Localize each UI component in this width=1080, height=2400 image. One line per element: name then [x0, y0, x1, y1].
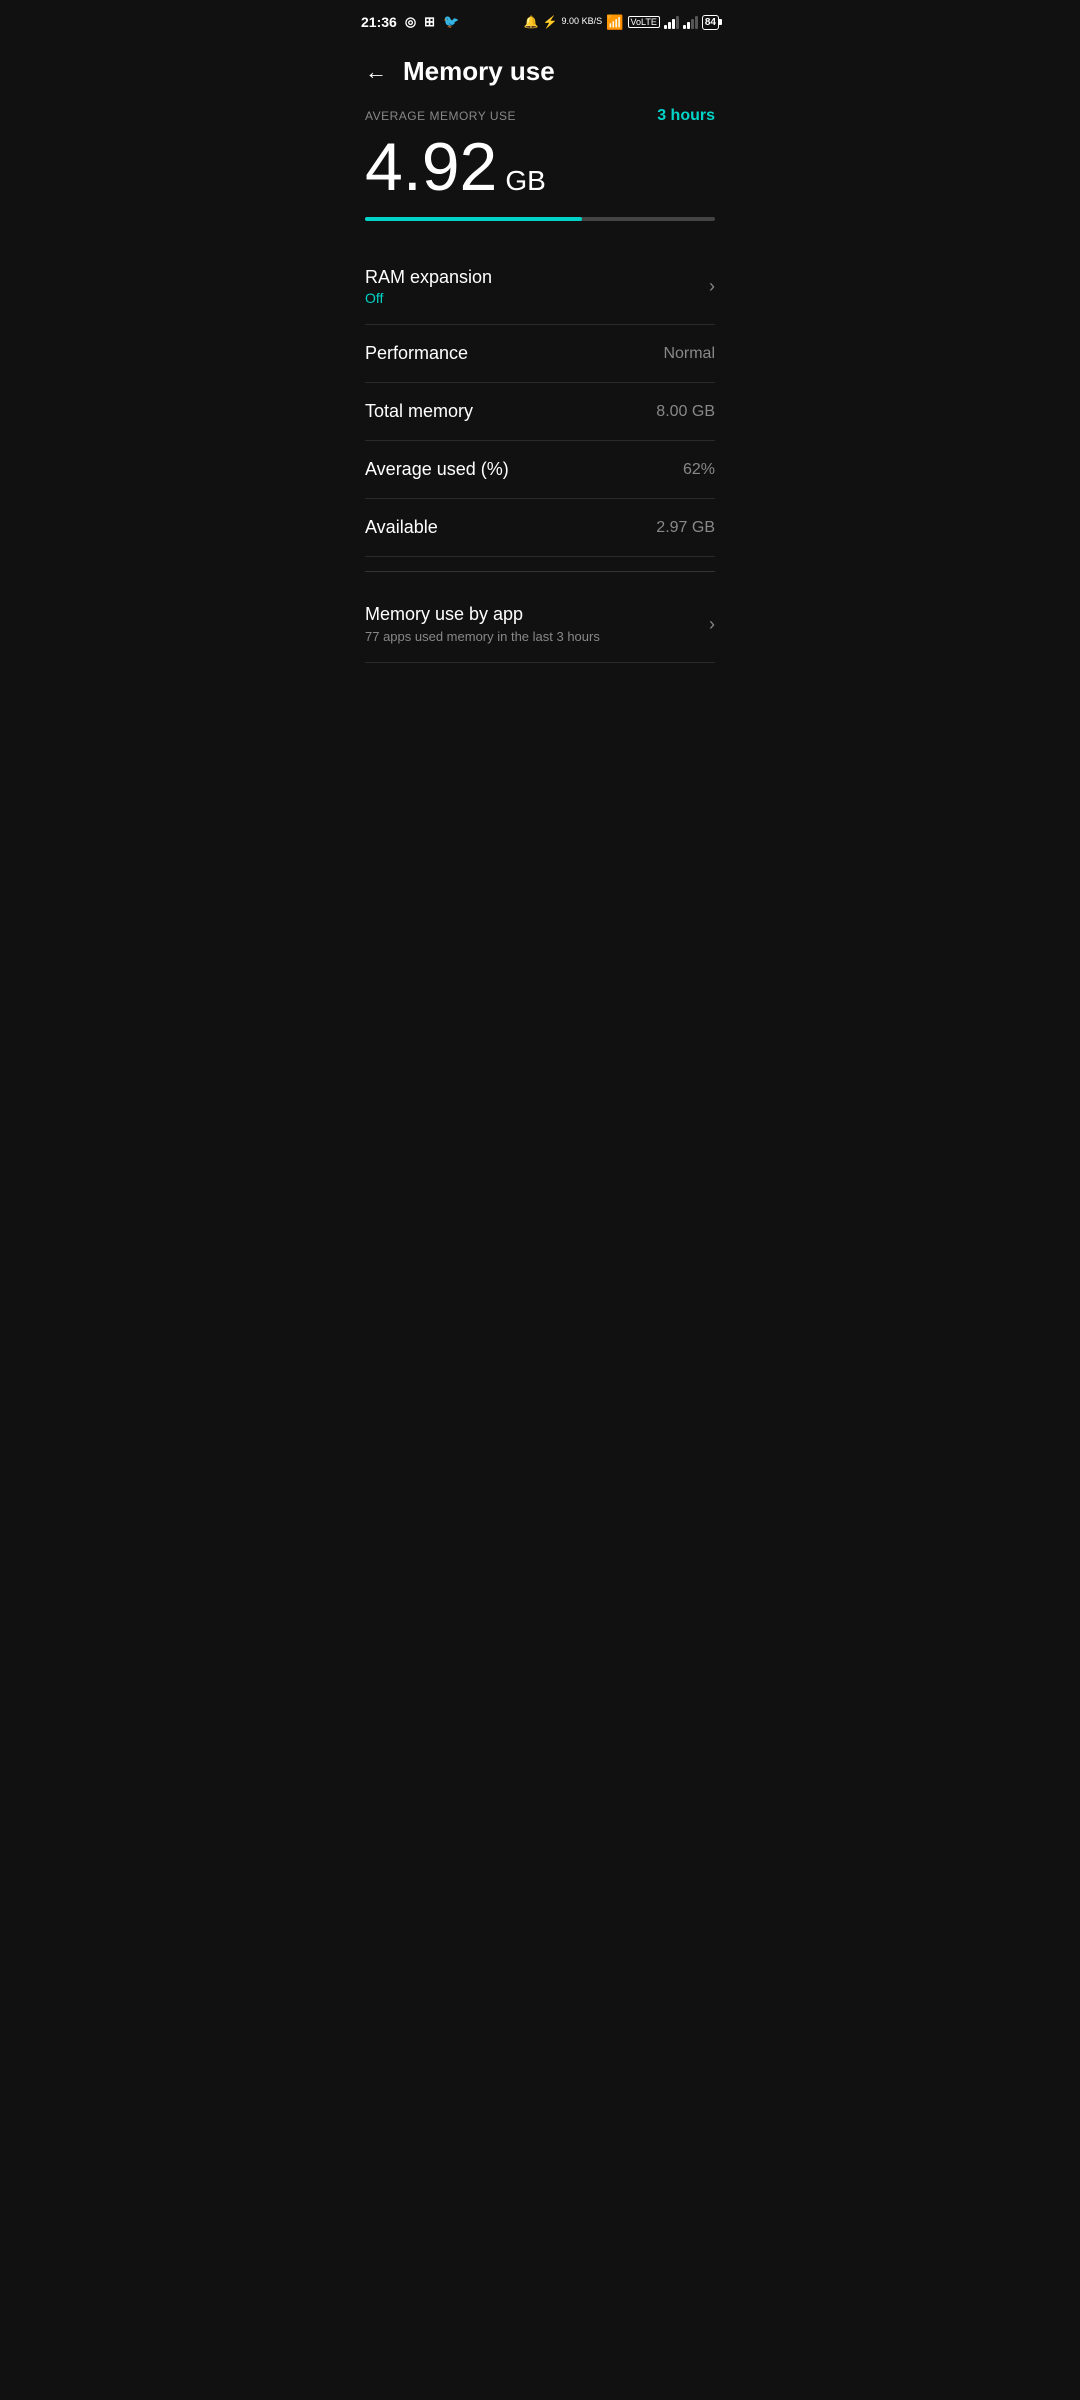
status-time-area: 21:36 ◎ ⊞ 🐦 — [361, 14, 459, 30]
total-memory-item: Total memory 8.00 GB — [365, 383, 715, 441]
memory-number: 4.92 — [365, 133, 497, 201]
avg-used-title: Average used (%) — [365, 459, 509, 480]
memory-progress-bar — [365, 217, 715, 221]
ram-expansion-chevron: › — [709, 276, 715, 297]
memory-by-app-title: Memory use by app — [365, 604, 600, 625]
status-right-area: 🔔 ⚡ 9.00 KB/S 📶 VoLTE 84 — [524, 14, 719, 31]
performance-value: Normal — [663, 345, 715, 363]
memory-by-app-item[interactable]: Memory use by app 77 apps used memory in… — [365, 586, 715, 663]
memory-by-app-subtitle: 77 apps used memory in the last 3 hours — [365, 629, 600, 644]
avg-memory-label: AVERAGE MEMORY USE — [365, 109, 516, 123]
bell-icon: 🔔 — [524, 15, 539, 29]
signal-bars-1 — [664, 15, 679, 29]
ram-expansion-subtitle: Off — [365, 290, 492, 306]
memory-unit: GB — [505, 165, 545, 197]
avg-used-value: 62% — [683, 461, 715, 479]
available-memory-item: Available 2.97 GB — [365, 499, 715, 557]
status-bar: 21:36 ◎ ⊞ 🐦 🔔 ⚡ 9.00 KB/S 📶 VoLTE 84 — [345, 0, 735, 40]
avg-memory-time[interactable]: 3 hours — [657, 107, 715, 125]
total-memory-title: Total memory — [365, 401, 473, 422]
ram-expansion-title: RAM expansion — [365, 267, 492, 288]
performance-item: Performance Normal — [365, 325, 715, 383]
section-divider — [365, 571, 715, 572]
main-content: AVERAGE MEMORY USE 3 hours 4.92 GB RAM e… — [345, 107, 735, 663]
bird-icon: 🐦 — [443, 14, 459, 30]
memory-progress-fill — [365, 217, 582, 221]
memory-by-app-chevron: › — [709, 614, 715, 635]
ram-expansion-item[interactable]: RAM expansion Off › — [365, 249, 715, 325]
back-button[interactable]: ← — [365, 59, 387, 85]
page-title: Memory use — [403, 56, 555, 87]
avg-used-percent-item: Average used (%) 62% — [365, 441, 715, 499]
volte-icon: VoLTE — [628, 16, 660, 28]
total-memory-value: 8.00 GB — [656, 403, 715, 421]
grid-icon: ⊞ — [424, 14, 435, 30]
network-speed: 9.00 KB/S — [562, 17, 603, 27]
available-value: 2.97 GB — [656, 519, 715, 537]
signal-bars-2 — [683, 15, 698, 29]
memory-value-display: 4.92 GB — [365, 133, 715, 201]
average-memory-row: AVERAGE MEMORY USE 3 hours — [365, 107, 715, 125]
wifi-icon: 📶 — [606, 14, 623, 31]
page-header: ← Memory use — [345, 40, 735, 107]
available-title: Available — [365, 517, 438, 538]
whatsapp-icon: ◎ — [405, 14, 416, 30]
performance-title: Performance — [365, 343, 468, 364]
battery-indicator: 84 — [702, 15, 719, 30]
bluetooth-icon: ⚡ — [543, 15, 558, 29]
time-display: 21:36 — [361, 14, 397, 30]
